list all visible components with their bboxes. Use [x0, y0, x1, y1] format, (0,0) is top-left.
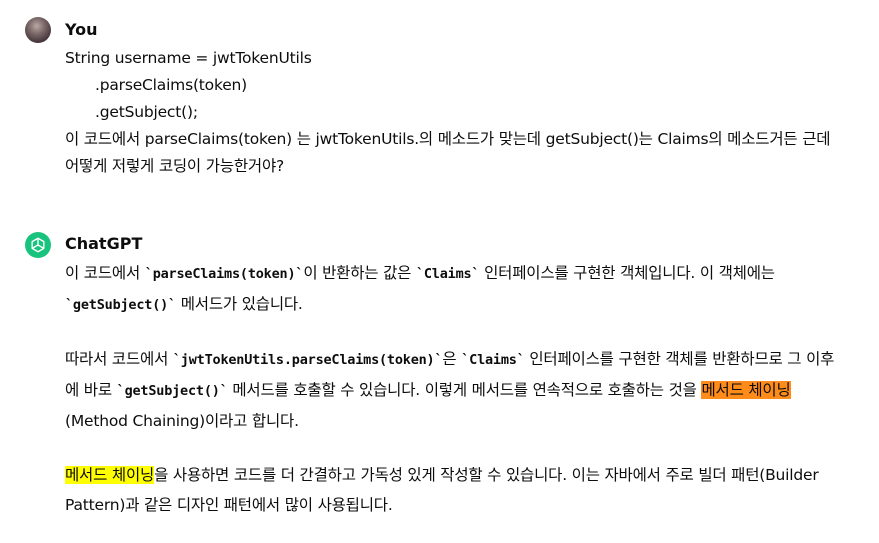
text: 메서드가 있습니다.	[176, 295, 303, 313]
inline-code: `Claims`	[461, 352, 525, 368]
assistant-message-body: 이 코드에서 `parseClaims(token)`이 반환하는 값은 `Cl…	[65, 258, 845, 520]
answer-paragraph-2: 따라서 코드에서 `jwtTokenUtils.parseClaims(toke…	[65, 344, 845, 436]
user-message-body: String username = jwtTokenUtils .parseCl…	[65, 45, 845, 180]
text: 이 반환하는 값은	[303, 264, 416, 282]
text: 은	[442, 350, 462, 368]
highlighted-term-yellow: 메서드 체이닝	[65, 466, 155, 484]
code-line-2: .parseClaims(token)	[95, 76, 247, 94]
inline-code: `jwtTokenUtils.parseClaims(token)`	[172, 352, 443, 368]
answer-paragraph-1: 이 코드에서 `parseClaims(token)`이 반환하는 값은 `Cl…	[65, 258, 845, 320]
answer-paragraph-3: 메서드 체이닝을 사용하면 코드를 더 간결하고 가독성 있게 작성할 수 있습…	[65, 460, 845, 520]
code-line-3: .getSubject();	[95, 103, 198, 121]
user-question-text: 이 코드에서 parseClaims(token) 는 jwtTokenUtil…	[65, 130, 831, 175]
inline-code: `parseClaims(token)`	[144, 266, 304, 282]
text: (Method Chaining)이라고 합니다.	[65, 412, 299, 430]
assistant-author-name: ChatGPT	[65, 234, 143, 253]
highlighted-term-orange: 메서드 체이닝	[701, 381, 791, 399]
text: 메서드를 호출할 수 있습니다. 이렇게 메서드를 연속적으로 호출하는 것을	[227, 381, 702, 399]
text: 인터페이스를 구현한 객체입니다. 이 객체에는	[479, 264, 775, 282]
user-author-name: You	[65, 20, 98, 39]
text: 이 코드에서	[65, 264, 145, 282]
inline-code: `getSubject()`	[116, 383, 228, 399]
text: 따라서 코드에서	[65, 350, 173, 368]
user-avatar	[25, 17, 51, 43]
code-line-1: String username = jwtTokenUtils	[65, 49, 312, 67]
text: 을 사용하면 코드를 더 간결하고 가독성 있게 작성할 수 있습니다. 이는 …	[65, 466, 819, 514]
inline-code: `getSubject()`	[65, 297, 176, 313]
inline-code: `Claims`	[415, 266, 480, 282]
openai-logo-icon	[25, 232, 51, 258]
